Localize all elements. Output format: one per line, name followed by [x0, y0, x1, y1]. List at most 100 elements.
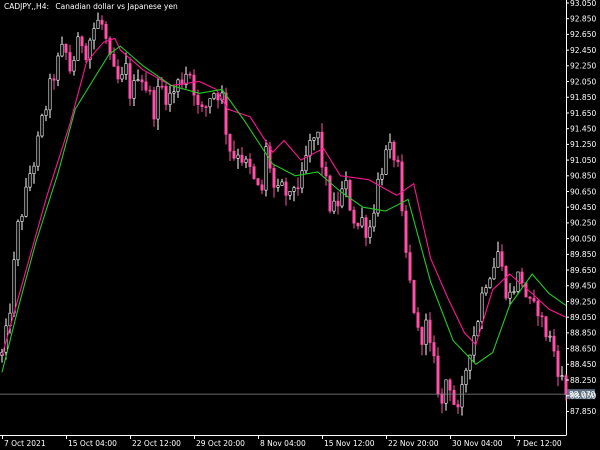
y-tick-label: 88.250 — [570, 376, 596, 385]
candle-body — [80, 36, 84, 47]
candle-body — [204, 106, 208, 108]
candle-body — [188, 73, 192, 76]
candle-body — [276, 185, 280, 188]
y-tick-label: 90.250 — [570, 219, 596, 228]
candle-body — [104, 24, 108, 39]
y-tick-label: 90.650 — [570, 187, 596, 196]
candle-body — [408, 252, 412, 281]
candle-body — [552, 335, 556, 352]
candle-body — [356, 222, 360, 227]
candle-body — [540, 315, 544, 318]
x-tick-label: 8 Nov 04:00 — [260, 439, 306, 448]
candle-body — [444, 379, 448, 404]
x-tick-label: 7 Dec 12:00 — [516, 439, 562, 448]
candle-body — [456, 404, 460, 408]
y-tick-label: 87.850 — [570, 407, 596, 416]
candle-body — [316, 131, 320, 139]
candle-body — [208, 98, 212, 108]
y-tick-label: 91.650 — [570, 109, 596, 118]
x-tick-label: 30 Nov 04:00 — [452, 439, 503, 448]
candle-body — [388, 141, 392, 151]
candle-body — [392, 141, 396, 161]
candle-body — [12, 259, 16, 314]
candle-body — [124, 63, 128, 75]
candle-body — [416, 312, 420, 328]
candle-body — [536, 300, 540, 317]
candle-body — [60, 43, 64, 57]
candle-body — [464, 369, 468, 385]
y-tick-label: 91.250 — [570, 140, 596, 149]
y-tick-label: 88.050 — [570, 392, 596, 401]
candle-body — [528, 296, 532, 299]
candle-body — [196, 94, 200, 105]
x-tick-label: 22 Oct 12:00 — [132, 439, 181, 448]
y-tick-label: 88.850 — [570, 329, 596, 338]
candle-body — [520, 271, 524, 284]
candle-body — [548, 335, 552, 338]
candle-body — [248, 158, 252, 167]
candle-body — [512, 291, 516, 293]
candle-body — [436, 355, 440, 395]
price-chart[interactable]: 88.070 93.05092.85092.65092.45092.25092.… — [0, 0, 600, 450]
candle-body — [364, 217, 368, 238]
candle-body — [492, 266, 496, 280]
y-tick-label: 91.850 — [570, 93, 596, 102]
candle-body — [68, 52, 72, 72]
candle-body — [292, 187, 296, 192]
symbol-description: Canadian dollar vs Japanese yen — [55, 2, 178, 11]
y-tick-label: 91.050 — [570, 156, 596, 165]
y-tick-label: 90.050 — [570, 234, 596, 243]
candle-body — [420, 327, 424, 345]
candle-body — [200, 104, 204, 107]
candle-body — [380, 174, 384, 180]
candle-body — [472, 335, 476, 356]
candle-body — [212, 93, 216, 99]
candle-body — [384, 149, 388, 175]
candle-body — [52, 78, 56, 81]
y-tick-label: 90.850 — [570, 172, 596, 181]
candle-body — [144, 81, 148, 91]
candle-body — [56, 55, 60, 81]
candle-body — [36, 135, 40, 167]
candle-body — [252, 166, 256, 179]
candle-body — [532, 298, 536, 302]
candle-body — [112, 53, 116, 67]
y-tick-label: 92.050 — [570, 77, 596, 86]
candle-body — [140, 79, 144, 83]
chart-title: CADJPY,,H4: Canadian dollar vs Japanese … — [4, 2, 178, 11]
y-tick-label: 92.450 — [570, 46, 596, 55]
candle-body — [372, 212, 376, 228]
x-tick-label: 29 Oct 20:00 — [196, 439, 245, 448]
x-tick-label: 15 Nov 12:00 — [324, 439, 375, 448]
candle-body — [284, 181, 288, 196]
candle-body — [100, 19, 104, 25]
candle-body — [424, 319, 428, 345]
y-tick-label: 88.650 — [570, 344, 596, 353]
candle-body — [84, 45, 88, 61]
candle-body — [360, 217, 364, 227]
candle-body — [16, 221, 20, 261]
candle-body — [448, 379, 452, 391]
candle-body — [148, 89, 152, 92]
candle-body — [396, 159, 400, 163]
candle-body — [64, 43, 68, 53]
candle-body — [452, 389, 456, 405]
candle-body — [92, 28, 96, 41]
candle-body — [544, 316, 548, 338]
candle-body — [504, 266, 508, 299]
candle-body — [96, 19, 100, 29]
candle-body — [24, 186, 28, 217]
candle-body — [508, 291, 512, 299]
candle-body — [324, 166, 328, 177]
candle-body — [232, 150, 236, 159]
candle-body — [336, 200, 340, 207]
candle-body — [152, 90, 156, 120]
candle-body — [500, 251, 504, 267]
y-tick-label: 89.050 — [570, 313, 596, 322]
candle-body — [300, 170, 304, 189]
symbol-label: CADJPY,,H4: — [4, 2, 49, 11]
candle-body — [28, 173, 32, 188]
y-tick-label: 88.450 — [570, 360, 596, 369]
x-tick-label: 22 Nov 20:00 — [388, 439, 439, 448]
candle-body — [176, 79, 180, 92]
